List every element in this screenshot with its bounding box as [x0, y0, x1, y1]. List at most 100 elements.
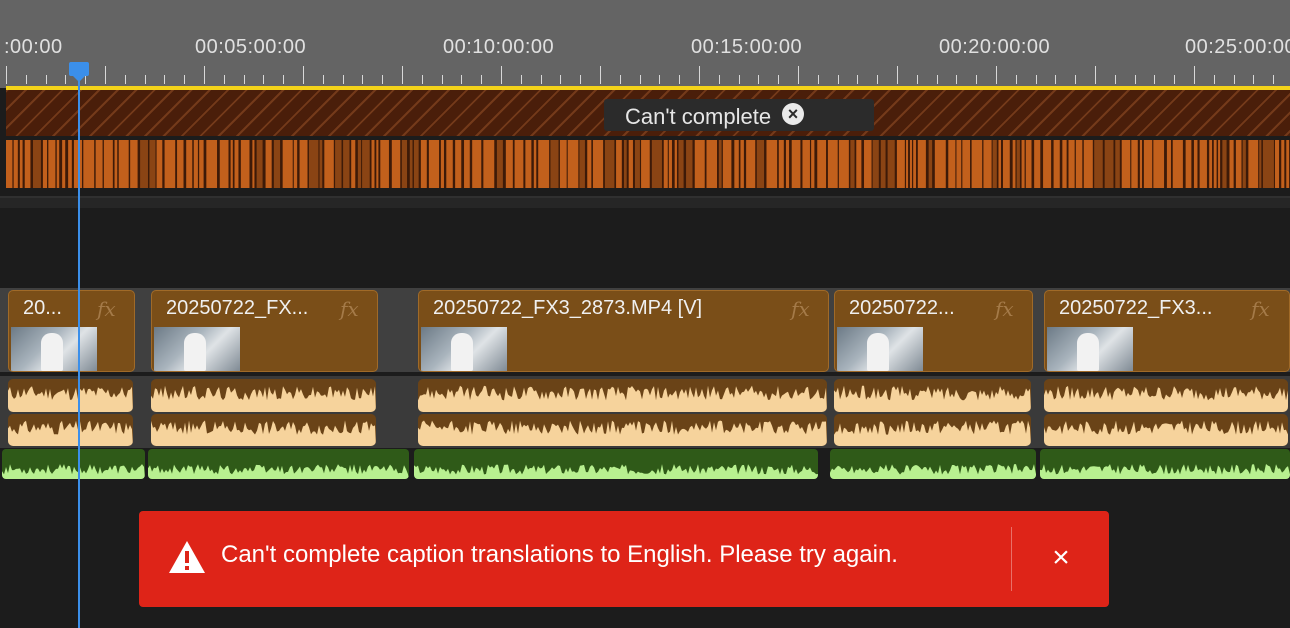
- audio-clip-green[interactable]: [414, 449, 818, 479]
- video-clip[interactable]: 20250722_FX3... fx: [1044, 290, 1290, 372]
- timeline-ruler[interactable]: :00:00 00:05:00:00 00:10:00:00 00:15:00:…: [0, 0, 1290, 88]
- ruler-tick: [699, 66, 700, 84]
- audio-clip-green[interactable]: [1040, 449, 1290, 479]
- clip-name: 20...: [23, 297, 62, 319]
- audio-clip-green[interactable]: [830, 449, 1036, 479]
- caption-segment: [140, 140, 148, 188]
- caption-segments: [6, 140, 1290, 188]
- caption-segment: [722, 140, 732, 188]
- audio-clip[interactable]: [1044, 414, 1288, 446]
- caption-segment: [686, 140, 693, 188]
- caption-segment: [13, 140, 18, 188]
- caption-segment: [252, 140, 255, 188]
- caption-segment: [928, 140, 933, 188]
- caption-segment: [1222, 140, 1227, 188]
- playhead-handle[interactable]: [69, 62, 89, 82]
- video-clip[interactable]: 20... fx: [8, 290, 135, 372]
- caption-segment: [998, 140, 1001, 188]
- ruler-tick: [65, 75, 67, 84]
- caption-segment: [265, 140, 272, 188]
- ruler-tick: [362, 75, 364, 84]
- audio-clip-green[interactable]: [2, 449, 145, 479]
- ruler-tick: [283, 75, 285, 84]
- video-clip[interactable]: 20250722_FX3_2873.MP4 [V] fx: [418, 290, 829, 372]
- caption-segment: [193, 140, 198, 188]
- caption-segment: [948, 140, 956, 188]
- caption-segment: [811, 140, 815, 188]
- fx-badge[interactable]: fx: [340, 297, 359, 321]
- video-clip[interactable]: 20250722... fx: [834, 290, 1033, 372]
- ruler-tick: [105, 66, 106, 84]
- caption-segment: [293, 140, 298, 188]
- ruler-tick: [1075, 75, 1077, 84]
- caption-segment: [186, 140, 193, 188]
- caption-segment: [604, 140, 615, 188]
- caption-segment: [505, 140, 513, 188]
- fx-badge[interactable]: fx: [1251, 297, 1270, 321]
- caption-segment: [1068, 140, 1075, 188]
- caption-segment: [103, 140, 113, 188]
- caption-segment: [559, 140, 567, 188]
- ruler-tick: [1114, 75, 1116, 84]
- caption-segment: [362, 140, 370, 188]
- fx-badge[interactable]: fx: [97, 297, 116, 321]
- caption-segment: [420, 140, 427, 188]
- audio-clip[interactable]: [1044, 379, 1288, 412]
- caption-segment: [1025, 140, 1032, 188]
- caption-segment: [496, 140, 503, 188]
- caption-segment: [913, 140, 916, 188]
- caption-segment: [1185, 140, 1192, 188]
- ruler-tick: [560, 75, 562, 84]
- caption-segment: [1043, 140, 1052, 188]
- caption-segment: [24, 140, 31, 188]
- caption-segment: [887, 140, 895, 188]
- toast-message: Can't complete caption translations to E…: [221, 541, 898, 568]
- caption-segment: [230, 140, 233, 188]
- audio-clip[interactable]: [418, 379, 827, 412]
- timecode-label: 00:15:00:00: [691, 36, 803, 58]
- caption-segment: [1012, 140, 1016, 188]
- audio-clip[interactable]: [8, 414, 133, 446]
- audio-clip[interactable]: [151, 414, 376, 446]
- audio-clip[interactable]: [151, 379, 376, 412]
- ruler-tick: [619, 75, 621, 84]
- audio-clip[interactable]: [834, 379, 1031, 412]
- caption-segment: [56, 140, 60, 188]
- caption-segment: [240, 140, 250, 188]
- audio-clip-green[interactable]: [148, 449, 409, 479]
- caption-segment: [634, 140, 640, 188]
- caption-segment: [740, 140, 744, 188]
- caption-segment: [674, 140, 677, 188]
- ruler-tick: [263, 75, 265, 84]
- caption-segment: [766, 140, 778, 188]
- fx-badge[interactable]: fx: [995, 297, 1014, 321]
- audio-clip[interactable]: [8, 379, 133, 412]
- caption-segment: [1281, 140, 1285, 188]
- caption-segment: [324, 140, 334, 188]
- close-button[interactable]: ×: [1045, 541, 1077, 575]
- ruler-tick: [441, 75, 443, 84]
- caption-segment: [838, 140, 849, 188]
- caption-segment: [446, 140, 453, 188]
- ruler-tick: [580, 75, 582, 84]
- caption-segment: [299, 140, 308, 188]
- caption-segment: [756, 140, 765, 188]
- ruler-tick: [25, 75, 27, 84]
- ruler-tick: [1273, 75, 1275, 84]
- caption-segment: [746, 140, 756, 188]
- caption-segment: [48, 140, 56, 188]
- caption-segment: [550, 140, 559, 188]
- caption-segment: [130, 140, 138, 188]
- caption-segment: [817, 140, 827, 188]
- playhead-line[interactable]: [78, 62, 80, 628]
- caption-segment: [409, 140, 413, 188]
- caption-segment: [206, 140, 218, 188]
- caption-segment: [19, 140, 23, 188]
- audio-clip[interactable]: [418, 414, 827, 446]
- fx-badge[interactable]: fx: [791, 297, 810, 321]
- video-clip[interactable]: 20250722_FX... fx: [151, 290, 378, 372]
- ruler-tick: [778, 75, 780, 84]
- audio-clip[interactable]: [834, 414, 1031, 446]
- caption-segment: [785, 140, 790, 188]
- timecode-label: 00:20:00:00: [939, 36, 1051, 58]
